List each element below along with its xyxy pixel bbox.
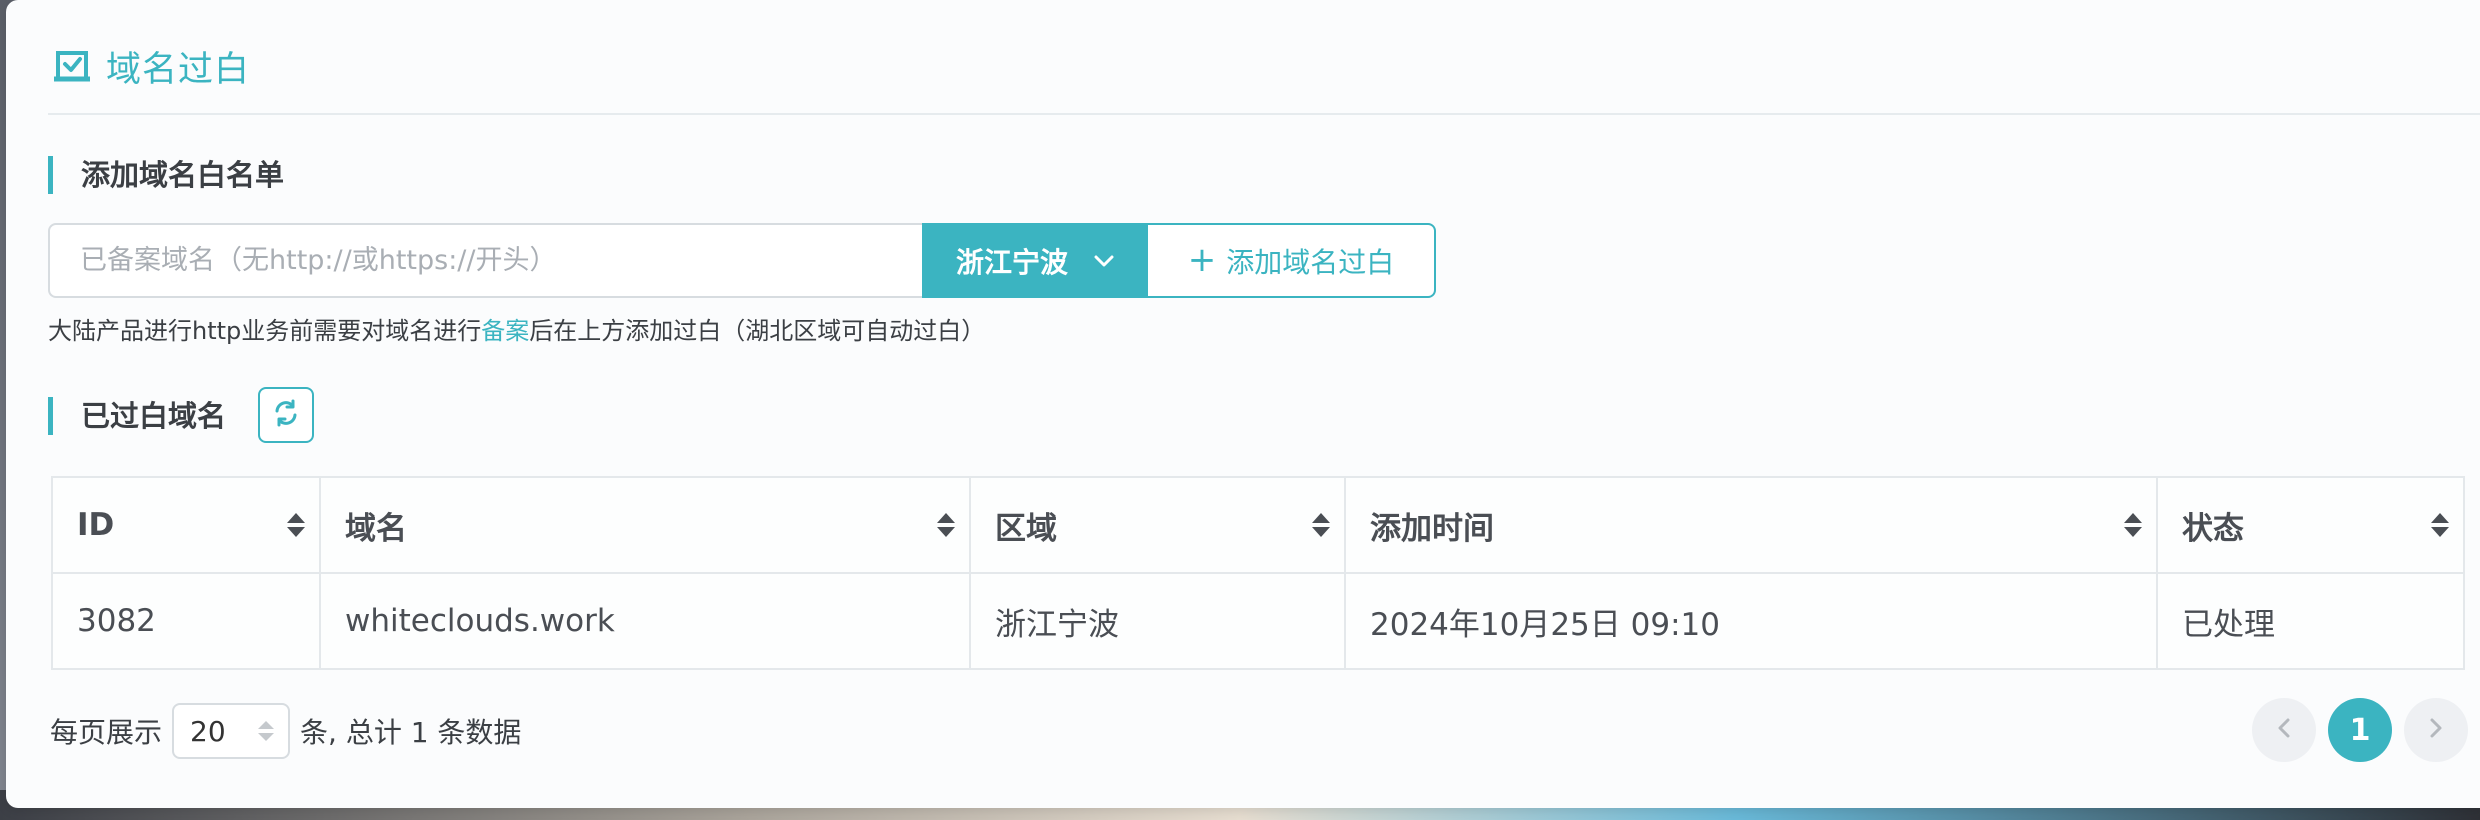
refresh-icon [272,399,300,431]
column-header-status[interactable]: 状态 [2156,476,2465,574]
column-header-region[interactable]: 区域 [969,476,1346,574]
column-label: 状态 [2182,510,2244,547]
whitelisted-domains-section-title: 已过白域名 [48,397,226,435]
chevron-right-icon [2429,717,2443,743]
per-page-label: 每页展示 [50,716,163,749]
sort-icon[interactable] [287,513,305,537]
domain-input[interactable] [48,223,922,298]
pagination-info: 每页展示 20 条, 总计 1 条数据 [50,703,521,759]
sort-icon[interactable] [2431,513,2449,537]
page-size-stepper[interactable]: 20 [172,703,291,759]
cell-domain: whiteclouds.work [319,572,971,670]
sort-icon[interactable] [937,513,955,537]
stepper-arrows-icon[interactable] [258,721,275,741]
chevron-down-icon [1094,255,1114,267]
filing-link[interactable]: 备案 [481,317,529,345]
page-size-value: 20 [190,714,226,748]
chevron-left-icon [2277,717,2291,743]
table-header-row: ID 域名 区域 添加时间 状态 [51,476,2465,574]
page-button-current[interactable]: 1 [2328,698,2392,762]
add-button-label: 添加域名过白 [1226,245,1395,279]
hint-text-before: 大陆产品进行http业务前需要对域名进行 [48,317,482,345]
whitelist-check-icon [54,49,90,83]
column-header-domain[interactable]: 域名 [319,476,971,574]
column-header-id[interactable]: ID [51,476,321,574]
add-domain-form: 浙江宁波 + 添加域名过白 [48,223,1436,298]
region-select[interactable]: 浙江宁波 [922,223,1148,298]
cell-region: 浙江宁波 [969,572,1346,670]
column-header-added-time[interactable]: 添加时间 [1344,476,2158,574]
whitelist-table: ID 域名 区域 添加时间 状态 3082 whiteclouds.work 浙… [51,476,2465,670]
page-header: 域名过白 [54,38,250,94]
cell-id: 3082 [51,572,321,670]
column-label: ID [77,507,115,543]
sort-icon[interactable] [1312,513,1330,537]
region-select-value: 浙江宁波 [955,245,1068,279]
column-label: 添加时间 [1370,510,1494,547]
header-divider [48,113,2480,115]
next-page-button[interactable] [2404,698,2468,762]
domain-whitelist-panel: 域名过白 [6,0,2480,808]
add-whitelist-section-title: 添加域名白名单 [48,156,284,194]
hint-text-after: 后在上方添加过白（湖北区域可自动过白） [529,317,986,345]
plus-icon: + [1187,239,1217,280]
page-title: 域名过白 [106,49,251,90]
refresh-button[interactable] [258,387,314,443]
total-summary: 条, 总计 1 条数据 [300,716,522,749]
add-domain-whitelist-button[interactable]: + 添加域名过白 [1148,223,1436,298]
filing-hint: 大陆产品进行http业务前需要对域名进行备案后在上方添加过白（湖北区域可自动过白… [48,311,985,346]
column-label: 域名 [345,510,407,547]
pagination-controls: 1 [2252,698,2468,762]
table-row: 3082 whiteclouds.work 浙江宁波 2024年10月25日 0… [51,572,2465,670]
cell-status: 已处理 [2156,572,2465,670]
prev-page-button[interactable] [2252,698,2316,762]
sort-icon[interactable] [2124,513,2142,537]
column-label: 区域 [995,510,1057,547]
cell-added-time: 2024年10月25日 09:10 [1344,572,2158,670]
